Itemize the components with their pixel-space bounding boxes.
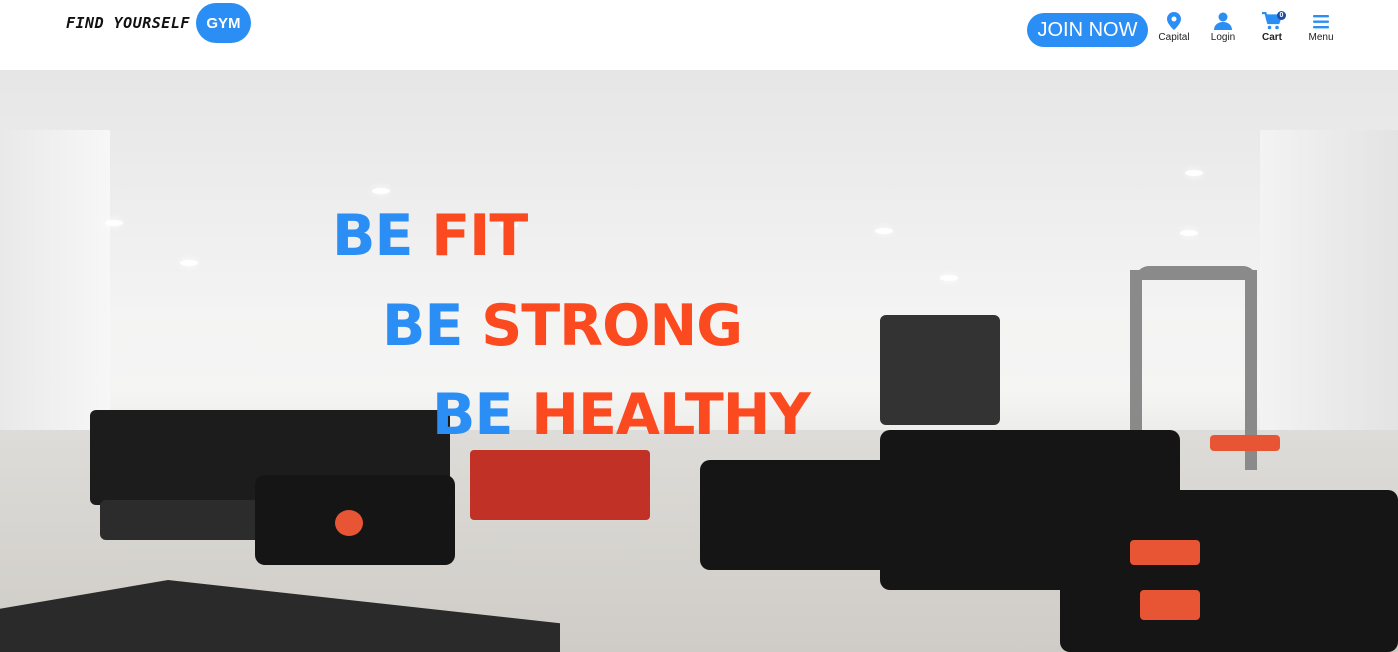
nav-menu[interactable]: Menu (1297, 12, 1345, 48)
headline-1-word: FIT (431, 203, 528, 269)
headline-line-3: BE HEALTHY (432, 387, 811, 444)
logo-text: FIND YOURSELF (66, 14, 190, 32)
nav-capital-label: Capital (1158, 32, 1190, 43)
logo-badge: GYM (195, 3, 251, 43)
join-now-button[interactable]: JOIN NOW (1027, 13, 1148, 47)
headline-2-word: STRONG (481, 293, 743, 359)
nav-cart[interactable]: 0 Cart (1248, 11, 1296, 48)
cart-count-badge: 0 (1277, 11, 1286, 20)
nav-login[interactable]: Login (1199, 12, 1247, 48)
hamburger-menu-icon (1313, 15, 1329, 29)
hero-banner: BE FIT BE STRONG BE HEALTHY (0, 70, 1398, 652)
headline-3-word: HEALTHY (531, 382, 811, 448)
headline-line-2: BE STRONG (382, 298, 743, 355)
logo[interactable]: FIND YOURSELF GYM (66, 3, 251, 43)
headline-line-1: BE FIT (332, 208, 528, 265)
user-icon (1214, 12, 1232, 30)
headline-1-lead: BE (332, 203, 413, 269)
headline-3-lead: BE (432, 382, 513, 448)
nav-capital[interactable]: Capital (1150, 12, 1198, 48)
nav-cart-label: Cart (1261, 32, 1282, 43)
headline-2-lead: BE (382, 293, 463, 359)
site-header: FIND YOURSELF GYM JOIN NOW Capital Login… (0, 0, 1398, 70)
nav-login-label: Login (1210, 32, 1236, 43)
location-pin-icon (1167, 12, 1181, 30)
nav-menu-label: Menu (1308, 32, 1334, 43)
